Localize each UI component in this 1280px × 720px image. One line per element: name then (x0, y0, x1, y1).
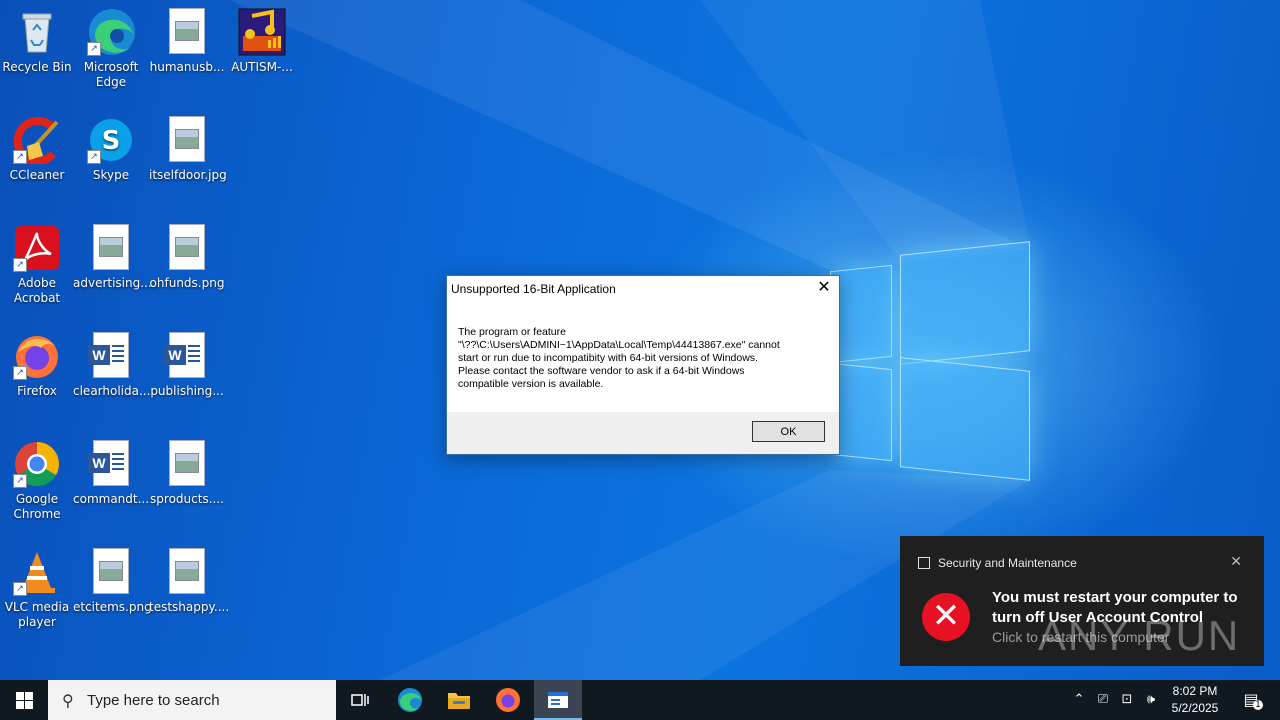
ok-button[interactable]: OK (752, 421, 825, 442)
desktop-icon-label: testshappy.... (149, 600, 230, 614)
desktop-icon-testshappy[interactable]: testshappy.... (149, 542, 230, 615)
firefox-icon (496, 688, 520, 712)
watermark: ANY RUN (1038, 612, 1241, 659)
desktop-icon-label: CCleaner (9, 168, 65, 182)
acrobat-icon: ↗ (13, 224, 61, 272)
desktop-icon-autism[interactable]: AUTISM-... (224, 2, 300, 75)
desktop-icon-clearholida[interactable]: W clearholida... (73, 326, 151, 399)
desktop-icon-label: Adobe Acrobat (13, 276, 61, 305)
word-doc-icon: W (163, 332, 211, 380)
music-app-icon (238, 8, 286, 56)
taskbar-firefox-button[interactable] (484, 680, 532, 720)
taskbar: ⚲ Type here to search ⌃ ⎚ ⊡ 🕪 8:02 PM 5/… (0, 680, 1280, 720)
desktop-icon-adobe-acrobat[interactable]: ↗ Adobe Acrobat (0, 218, 75, 306)
desktop-icon-label: publishing... (150, 384, 224, 398)
word-doc-icon: W (87, 332, 135, 380)
desktop-icon-vlc[interactable]: ↗ VLC media player (0, 542, 75, 630)
desktop-icon-publishing[interactable]: W publishing... (149, 326, 225, 399)
image-file-icon (163, 116, 211, 164)
dialog-titlebar[interactable]: Unsupported 16-Bit Application ✕ (447, 276, 839, 300)
skype-icon: S ↗ (87, 116, 135, 164)
desktop-icon-google-chrome[interactable]: ↗ Google Chrome (0, 434, 75, 522)
close-icon[interactable]: ✕ (809, 276, 839, 300)
desktop-icon-firefox[interactable]: ↗ Firefox (0, 326, 75, 399)
image-file-icon (87, 548, 135, 596)
chrome-icon: ↗ (13, 440, 61, 488)
desktop-icon-label: Firefox (17, 384, 57, 398)
desktop-icon-label: itselfdoor.jpg (149, 168, 227, 182)
desktop-icon-ccleaner[interactable]: ↗ CCleaner (0, 110, 75, 183)
taskbar-explorer-button[interactable] (435, 680, 483, 720)
desktop-icon-sproducts[interactable]: sproducts.... (149, 434, 225, 507)
desktop-icon-label: ohfunds.png (149, 276, 225, 290)
network-icon[interactable]: ⊡ (1116, 680, 1138, 720)
image-file-icon (163, 548, 211, 596)
image-file-icon (87, 224, 135, 272)
notification-center-button[interactable]: ▤ 1 (1236, 680, 1266, 720)
recycle-bin-icon (13, 8, 61, 56)
folder-icon (448, 693, 470, 709)
desktop-icon-label: etcitems.png (73, 600, 152, 614)
taskbar-edge-button[interactable] (386, 680, 434, 720)
ccleaner-icon: ↗ (13, 116, 61, 165)
clock[interactable]: 8:02 PM 5/2/2025 (1160, 683, 1230, 717)
desktop-icon-etcitems[interactable]: etcitems.png (73, 542, 152, 615)
windows-wallpaper-logo (830, 240, 1030, 481)
desktop-icon-label: advertising... (73, 276, 152, 290)
flag-icon (918, 557, 930, 569)
show-hidden-icons[interactable]: ⌃ (1068, 680, 1090, 720)
dialog-footer: OK (447, 412, 839, 454)
search-box[interactable]: ⚲ Type here to search (48, 680, 336, 720)
device-icon[interactable]: ⎚ (1092, 680, 1114, 720)
desktop-icon-label: Skype (92, 168, 130, 182)
firefox-icon: ↗ (13, 332, 61, 380)
desktop-icon-label: humanusb... (149, 60, 225, 74)
unsupported-app-dialog: Unsupported 16-Bit Application ✕ The pro… (446, 275, 840, 455)
desktop-icon-label: Recycle Bin (2, 60, 72, 74)
taskbar-active-app-button[interactable] (534, 680, 582, 720)
desktop-icon-skype[interactable]: S ↗ Skype (73, 110, 149, 183)
edge-icon: ↗ (87, 8, 135, 56)
image-file-icon (163, 8, 211, 56)
desktop-icon-ohfunds[interactable]: ohfunds.png (149, 218, 225, 291)
desktop-icon-label: sproducts.... (150, 492, 224, 506)
error-icon: ✕ (922, 593, 970, 641)
image-file-icon (163, 440, 211, 488)
edge-icon (398, 688, 422, 712)
desktop-icon-label: Microsoft Edge (83, 60, 139, 89)
start-button[interactable] (0, 680, 48, 720)
desktop-icon-label: VLC media player (4, 600, 70, 629)
close-icon[interactable]: ✕ (1230, 553, 1242, 570)
dialog-message: The program or feature "\??\C:\Users\ADM… (458, 326, 780, 390)
search-placeholder: Type here to search (87, 692, 220, 709)
toast-source: Security and Maintenance (938, 556, 1077, 570)
desktop-icon-humanusb[interactable]: humanusb... (149, 2, 225, 75)
notification-count: 1 (1253, 700, 1263, 710)
desktop-icon-commandt[interactable]: W commandt... (73, 434, 149, 507)
toast-header: Security and Maintenance (918, 556, 1077, 570)
word-doc-icon: W (87, 440, 135, 488)
svg-text:S: S (102, 126, 121, 156)
search-icon: ⚲ (62, 693, 74, 710)
task-view-button[interactable] (336, 680, 384, 720)
desktop-icon-label: clearholida... (73, 384, 151, 398)
desktop-icon-label: AUTISM-... (231, 60, 293, 74)
desktop-icon-advertising[interactable]: advertising... (73, 218, 152, 291)
clock-time: 8:02 PM (1172, 684, 1218, 698)
image-file-icon (163, 224, 211, 272)
desktop-icon-itselfdoor[interactable]: itselfdoor.jpg (149, 110, 227, 183)
clock-date: 5/2/2025 (1171, 701, 1219, 715)
desktop-icon-label: commandt... (73, 492, 150, 506)
desktop-icon-label: Google Chrome (13, 492, 61, 521)
windows-icon (16, 692, 24, 700)
window-app-icon (548, 692, 568, 708)
dialog-title: Unsupported 16-Bit Application (451, 282, 616, 296)
vlc-icon: ↗ (13, 548, 61, 596)
desktop-icon-recycle-bin[interactable]: Recycle Bin (0, 2, 75, 75)
volume-icon[interactable]: 🕪 (1140, 680, 1162, 720)
desktop-icon-microsoft-edge[interactable]: ↗ Microsoft Edge (73, 2, 149, 90)
